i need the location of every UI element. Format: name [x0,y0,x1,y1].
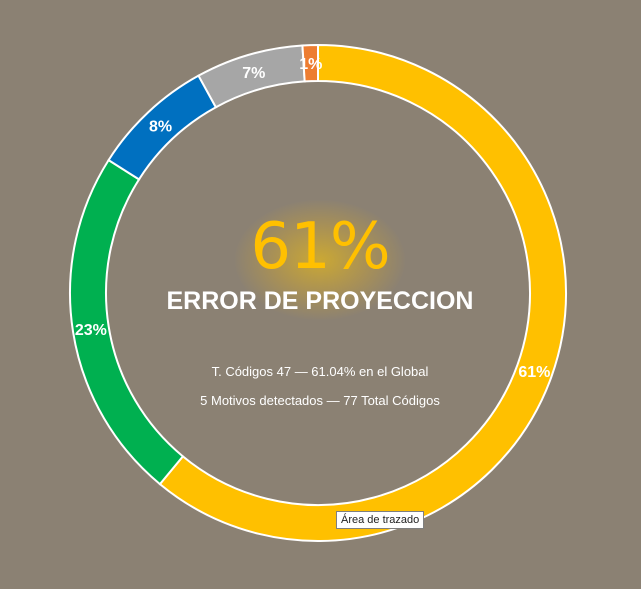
plot-area-tooltip: Área de trazado [336,511,425,529]
slice-label-4: 1% [299,56,322,73]
slice-label-2: 8% [149,118,172,135]
center-info-codes: T. Códigos 47 — 61.04% en el Global [211,364,429,379]
center-title: ERROR DE PROYECCION [166,287,474,315]
center-percent: 61% [250,210,390,284]
center-info-reasons: 5 Motivos detectados — 77 Total Códigos [200,393,440,408]
slice-label-3: 7% [242,65,265,82]
slice-label-0: 61% [518,364,550,381]
slice-label-1: 23% [75,322,107,339]
